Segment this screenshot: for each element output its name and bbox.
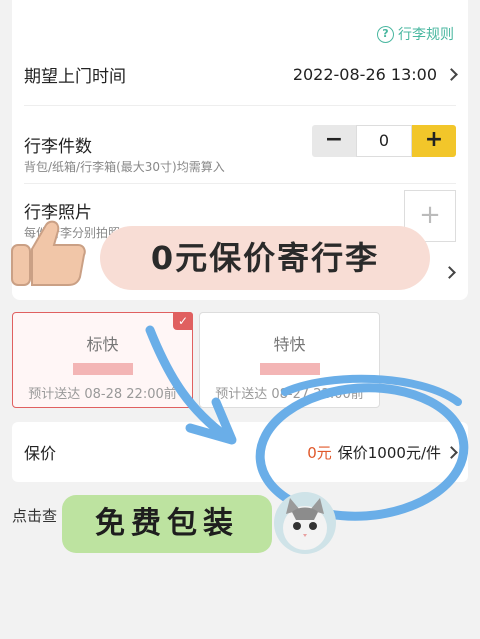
service-eta: 预计送达 08-28 22:00前	[28, 387, 177, 402]
checkmark-icon: ✓	[173, 312, 193, 330]
quantity-value[interactable]: 0	[356, 125, 412, 157]
chevron-right-icon	[445, 445, 458, 459]
insurance-amount: 0元	[307, 443, 332, 462]
price-redacted	[259, 363, 320, 375]
free-packing-sticker: 免费包装	[62, 495, 272, 553]
agreement-text[interactable]: 点击查	[12, 505, 57, 526]
service-name: 特快	[273, 335, 306, 354]
pickup-time-value: 2022-08-26 13:00	[292, 65, 437, 84]
service-option-express[interactable]: 特快 预计送达 08-27 22:00前	[199, 312, 380, 408]
increment-button[interactable]: +	[412, 125, 456, 157]
price-redacted	[72, 363, 133, 375]
decrement-button[interactable]: −	[312, 125, 356, 157]
zero-yuan-sticker: 0元保价寄行李	[100, 226, 430, 290]
pickup-time-row[interactable]: 期望上门时间 2022-08-26 13:00	[24, 44, 458, 106]
service-option-standard[interactable]: ✓ 标快 预计送达 08-28 22:00前	[12, 312, 193, 408]
service-name: 标快	[86, 335, 119, 354]
insurance-label: 保价	[24, 444, 57, 463]
pickup-time-label: 期望上门时间	[24, 67, 126, 87]
luggage-count-label: 行李件数	[24, 137, 92, 157]
thumbs-up-icon	[11, 220, 86, 286]
chevron-right-icon[interactable]	[443, 266, 456, 279]
quantity-stepper: − 0 +	[312, 125, 456, 157]
luggage-count-row: 行李件数 背包/纸箱/行李箱(最大30寸)均需算入 − 0 +	[24, 106, 456, 184]
rules-link-label: 行李规则	[398, 27, 454, 43]
chevron-right-icon	[445, 68, 458, 81]
insurance-row[interactable]: 保价 0元 保价1000元/件	[12, 422, 468, 482]
luggage-count-hint: 背包/纸箱/行李箱(最大30寸)均需算入	[24, 160, 225, 174]
service-eta: 预计送达 08-27 22:00前	[215, 387, 364, 402]
rules-link[interactable]: ? 行李规则	[377, 24, 454, 44]
question-icon: ?	[377, 25, 394, 43]
cat-avatar-icon	[274, 492, 336, 554]
insurance-desc: 保价1000元/件	[337, 443, 441, 462]
